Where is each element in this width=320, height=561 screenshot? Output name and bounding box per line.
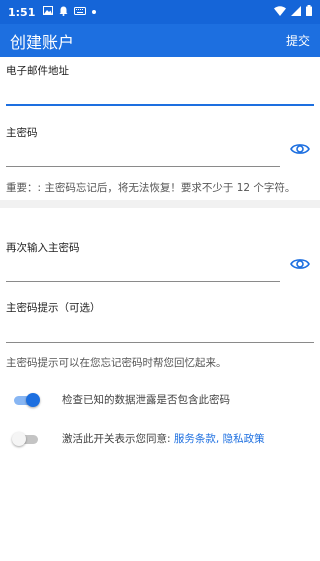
wifi-icon bbox=[274, 5, 286, 19]
breach-check-row: 检查已知的数据泄露是否包含此密码 bbox=[12, 392, 230, 407]
app-bar: 创建账户 提交 bbox=[0, 24, 320, 57]
terms-separator: , bbox=[215, 432, 220, 445]
terms-toggle[interactable] bbox=[12, 431, 40, 446]
terms-row: 激活此开关表示您同意: 服务条款, 隐私政策 bbox=[12, 431, 265, 446]
eye-icon[interactable] bbox=[290, 141, 310, 155]
status-bar: 1:51 bbox=[0, 0, 320, 24]
master-password-field[interactable] bbox=[6, 140, 280, 166]
breach-check-label: 检查已知的数据泄露是否包含此密码 bbox=[62, 394, 230, 406]
email-underline bbox=[6, 104, 314, 106]
submit-button[interactable]: 提交 bbox=[286, 32, 310, 49]
image-icon bbox=[43, 6, 54, 18]
password-hint-note: 主密码提示可以在您忘记密码时帮您回忆起来。 bbox=[6, 357, 227, 369]
toggle-thumb bbox=[26, 392, 40, 407]
master-password-note: 重要：: 主密码忘记后，将无法恢复！要求不少于 12 个字符。 bbox=[6, 182, 296, 194]
eye-icon[interactable] bbox=[290, 256, 310, 270]
master-password-underline bbox=[6, 166, 280, 167]
password-hint-field[interactable] bbox=[6, 316, 314, 342]
terms-prefix: 激活此开关表示您同意: bbox=[62, 433, 171, 445]
master-password-label: 主密码 bbox=[6, 127, 38, 139]
retype-password-underline bbox=[6, 281, 280, 282]
keyboard-icon bbox=[74, 6, 87, 18]
section-divider bbox=[0, 200, 320, 208]
terms-of-service-link[interactable]: 服务条款 bbox=[174, 431, 216, 446]
retype-password-label: 再次输入主密码 bbox=[6, 242, 80, 254]
password-hint-underline bbox=[6, 342, 314, 343]
breach-check-toggle[interactable] bbox=[12, 392, 40, 407]
signal-icon bbox=[291, 5, 301, 19]
email-label: 电子邮件地址 bbox=[6, 65, 69, 77]
status-time: 1:51 bbox=[8, 5, 36, 19]
battery-icon bbox=[306, 5, 312, 19]
notification-icon bbox=[59, 6, 68, 19]
page-title: 创建账户 bbox=[10, 32, 75, 52]
password-hint-label: 主密码提示（可选） bbox=[6, 302, 101, 314]
retype-password-field[interactable] bbox=[6, 255, 280, 281]
dot-icon bbox=[92, 7, 97, 17]
email-field[interactable] bbox=[6, 78, 314, 104]
privacy-policy-link[interactable]: 隐私政策 bbox=[223, 431, 265, 446]
toggle-thumb bbox=[12, 431, 26, 446]
